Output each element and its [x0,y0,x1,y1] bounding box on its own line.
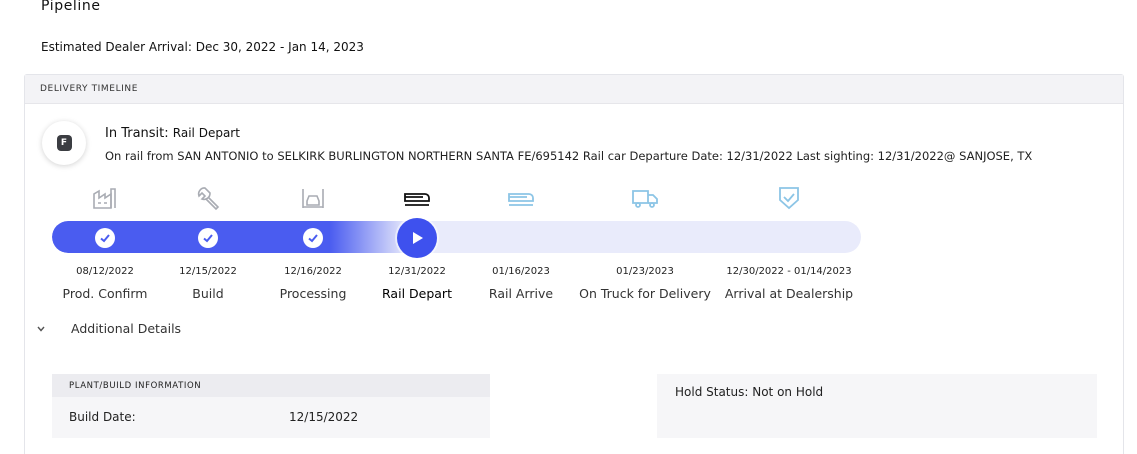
progress-track [52,221,861,253]
milestone-date: 01/16/2023 [492,266,550,277]
page-title: Pipeline [41,0,101,14]
milestone-label: Processing [279,286,347,301]
train-icon-upcoming [506,183,536,213]
car-lift-icon [298,183,328,213]
plant-build-panel: PLANT/BUILD INFORMATION Build Date: 12/1… [52,374,490,438]
milestone-date: 12/16/2022 [284,266,342,277]
current-milestone-play-icon [397,218,437,258]
milestone-date: 12/30/2022 - 01/14/2023 [726,266,852,277]
brand-letter: F [56,135,72,151]
milestone-complete-icon [198,228,218,248]
hold-status-panel: Hold Status: Not on Hold [657,374,1097,438]
milestone-complete-icon [303,228,323,248]
delivery-timeline-card: DELIVERY TIMELINE F In Transit: Rail Dep… [24,74,1124,454]
additional-details-label: Additional Details [71,321,182,336]
milestone-date: 12/15/2022 [179,266,237,277]
status-label: In Transit: [105,126,169,141]
estimated-arrival: Estimated Dealer Arrival: Dec 30, 2022 -… [41,40,364,54]
status-detail: On rail from SAN ANTONIO to SELKIRK BURL… [105,149,1033,163]
milestone-label: On Truck for Delivery [579,286,711,301]
brand-badge: F [42,121,86,165]
build-date-row: Build Date: 12/15/2022 [52,397,490,438]
additional-details-toggle[interactable]: Additional Details [37,321,181,336]
status-sub: Rail Depart [172,126,240,140]
shield-check-icon [774,183,804,213]
delivery-timeline-header: DELIVERY TIMELINE [25,75,1123,104]
milestone-label: Prod. Confirm [62,286,148,301]
plant-build-header: PLANT/BUILD INFORMATION [52,374,490,397]
milestone-label: Build [192,286,224,301]
build-date-value: 12/15/2022 [289,410,359,424]
train-icon [402,183,432,213]
hold-status-text: Hold Status: Not on Hold [675,385,824,399]
milestone-label: Rail Arrive [488,286,554,301]
build-date-label: Build Date: [69,410,136,424]
milestone-date: 12/31/2022 [388,266,446,277]
milestone-label-current: Rail Depart [382,286,452,301]
wrench-icon [193,183,223,213]
truck-icon [630,183,660,213]
factory-icon [90,183,120,213]
status-line: In Transit: Rail Depart [105,126,240,141]
milestone-date: 01/23/2023 [616,266,674,277]
chevron-down-icon [37,326,49,332]
milestone-date: 08/12/2022 [76,266,134,277]
milestone-label: Arrival at Dealership [724,286,854,301]
milestone-complete-icon [95,228,115,248]
